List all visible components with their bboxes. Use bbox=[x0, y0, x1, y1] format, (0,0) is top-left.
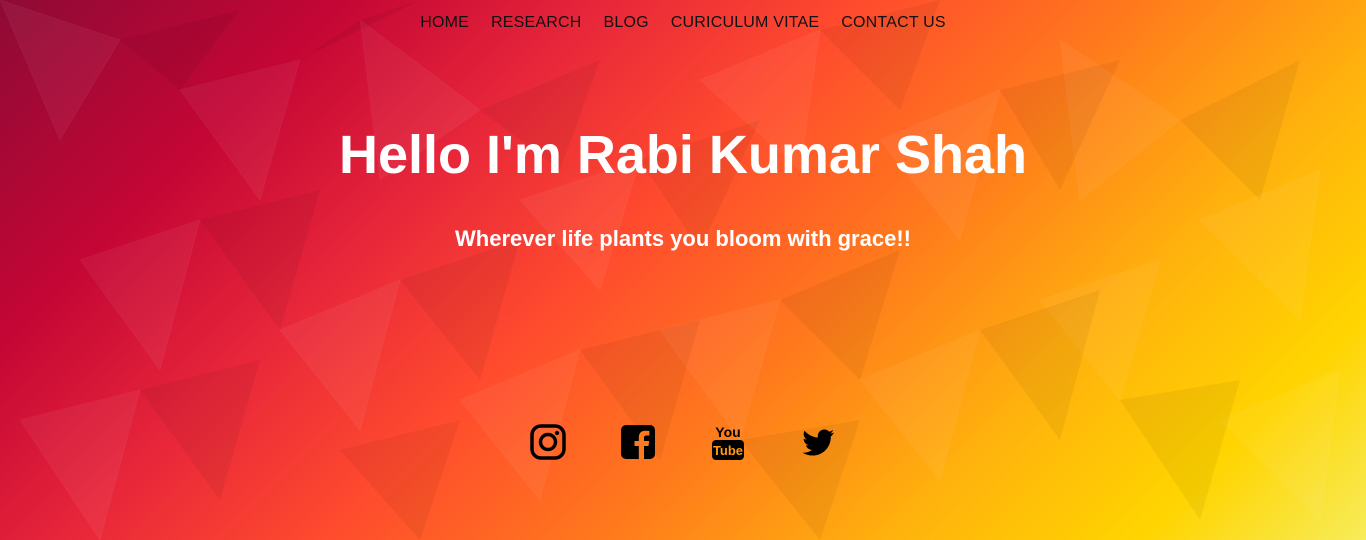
nav-contact-us[interactable]: CONTACT US bbox=[841, 14, 946, 32]
instagram-icon bbox=[530, 424, 566, 460]
tagline: Wherever life plants you bloom with grac… bbox=[455, 226, 911, 251]
nav-curriculum-vitae[interactable]: CURICULUM VITAE bbox=[671, 14, 820, 32]
youtube-link[interactable]: You Tube bbox=[710, 422, 746, 462]
nav-home[interactable]: HOME bbox=[420, 14, 469, 32]
social-links: You Tube bbox=[0, 422, 1366, 462]
main-nav: HOME RESEARCH BLOG CURICULUM VITAE CONTA… bbox=[0, 14, 1366, 32]
nav-blog[interactable]: BLOG bbox=[604, 14, 649, 32]
youtube-icon: You Tube bbox=[712, 424, 744, 460]
youtube-icon-text-top: You bbox=[715, 424, 740, 440]
twitter-icon bbox=[802, 429, 834, 456]
twitter-link[interactable] bbox=[800, 422, 836, 462]
facebook-icon bbox=[621, 425, 655, 459]
nav-research[interactable]: RESEARCH bbox=[491, 14, 582, 32]
hero-section: HOME RESEARCH BLOG CURICULUM VITAE CONTA… bbox=[0, 0, 1366, 540]
page-title: Hello I'm Rabi Kumar Shah bbox=[339, 125, 1027, 185]
instagram-link[interactable] bbox=[530, 422, 566, 462]
youtube-icon-text-bottom: Tube bbox=[713, 443, 743, 458]
facebook-link[interactable] bbox=[620, 422, 656, 462]
